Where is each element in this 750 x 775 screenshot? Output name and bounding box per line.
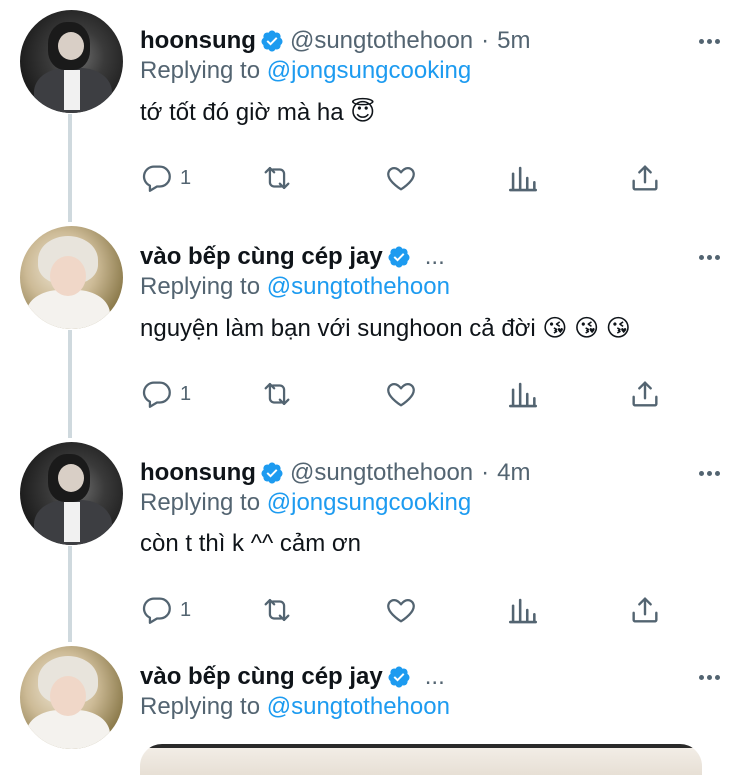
tweet-text: còn t thì k ^^ cảm ơn [140,530,362,557]
like-button[interactable] [384,374,418,414]
retweet-button[interactable] [260,590,294,630]
tweet[interactable]: vào bếp cùng cép jay ... Replying to @su… [0,646,750,775]
tweet-header: hoonsung @sungtothehoon · 4m [140,457,531,489]
retweet-icon [264,382,290,406]
replying-to: Replying to @jongsungcooking [140,57,471,85]
replying-to-link[interactable]: @sungtothehoon [267,273,450,300]
share-button[interactable] [628,374,662,414]
tweet-actions: 1 [140,374,680,414]
truncated-ellipsis: ... [424,243,445,270]
tweet-text: nguyện làm bạn với sunghoon cả đời 😘 😘 😘 [140,315,631,342]
heart-icon [387,382,415,407]
replying-to: Replying to @sungtothehoon [140,693,450,721]
reply-icon [142,165,171,192]
avatar[interactable] [20,442,123,545]
display-name[interactable]: vào bếp cùng cép jay [140,243,383,271]
share-icon [632,381,658,407]
replying-prefix: Replying to [140,693,261,720]
like-button[interactable] [384,158,418,198]
more-icon[interactable] [696,664,722,690]
truncated-ellipsis: ... [424,663,445,690]
verified-badge-icon [261,462,283,484]
reply-count: 1 [180,598,192,621]
retweet-icon [264,598,290,622]
replying-to-link[interactable]: @sungtothehoon [267,693,450,720]
analytics-icon [508,166,538,192]
retweet-button[interactable] [260,158,294,198]
share-icon [632,597,658,623]
timestamp[interactable]: 4m [497,459,530,487]
user-handle[interactable]: @sungtothehoon [290,459,473,487]
tweet-header: vào bếp cùng cép jay ... [140,661,445,693]
more-icon[interactable] [696,460,722,486]
verified-badge-icon [261,30,283,52]
tweet-text: tớ tốt đó giờ mà ha 😇 [140,99,376,126]
replying-to-link[interactable]: @jongsungcooking [267,489,472,516]
reply-icon [142,597,171,624]
timestamp[interactable]: 5m [497,27,530,55]
replying-prefix: Replying to [140,489,261,516]
display-name[interactable]: hoonsung [140,27,256,55]
heart-icon [387,598,415,623]
more-icon[interactable] [696,244,722,270]
analytics-icon [508,598,538,624]
retweet-icon [264,166,290,190]
verified-badge-icon [388,246,410,268]
analytics-button[interactable] [506,158,540,198]
reply-count: 1 [180,382,192,405]
tweet[interactable]: hoonsung @sungtothehoon · 5m Replying to… [0,10,750,220]
reply-icon [142,381,171,408]
share-button[interactable] [628,590,662,630]
analytics-button[interactable] [506,374,540,414]
display-name[interactable]: hoonsung [140,459,256,487]
tweet[interactable]: vào bếp cùng cép jay ... Replying to @su… [0,226,750,436]
avatar[interactable] [20,10,123,113]
display-name[interactable]: vào bếp cùng cép jay [140,663,383,691]
tweet-header: vào bếp cùng cép jay ... [140,241,445,273]
share-icon [632,165,658,191]
attached-image[interactable] [140,744,702,775]
retweet-button[interactable] [260,374,294,414]
heart-icon [387,166,415,191]
separator: · [481,27,490,54]
tweet-actions: 1 [140,158,680,198]
analytics-button[interactable] [506,590,540,630]
like-button[interactable] [384,590,418,630]
more-icon[interactable] [696,28,722,54]
avatar[interactable] [20,226,123,329]
reply-button[interactable]: 1 [140,158,191,198]
reply-button[interactable]: 1 [140,590,191,630]
user-handle[interactable]: @sungtothehoon [290,27,473,55]
replying-prefix: Replying to [140,57,261,84]
replying-to: Replying to @sungtothehoon [140,273,450,301]
avatar[interactable] [20,646,123,749]
replying-to: Replying to @jongsungcooking [140,489,471,517]
reply-count: 1 [180,166,192,189]
replying-prefix: Replying to [140,273,261,300]
tweet-header: hoonsung @sungtothehoon · 5m [140,25,531,57]
separator: · [481,459,490,486]
reply-button[interactable]: 1 [140,374,191,414]
share-button[interactable] [628,158,662,198]
tweet[interactable]: hoonsung @sungtothehoon · 4m Replying to… [0,442,750,652]
tweet-actions: 1 [140,590,680,630]
verified-badge-icon [388,666,410,688]
replying-to-link[interactable]: @jongsungcooking [267,57,472,84]
analytics-icon [508,382,538,408]
